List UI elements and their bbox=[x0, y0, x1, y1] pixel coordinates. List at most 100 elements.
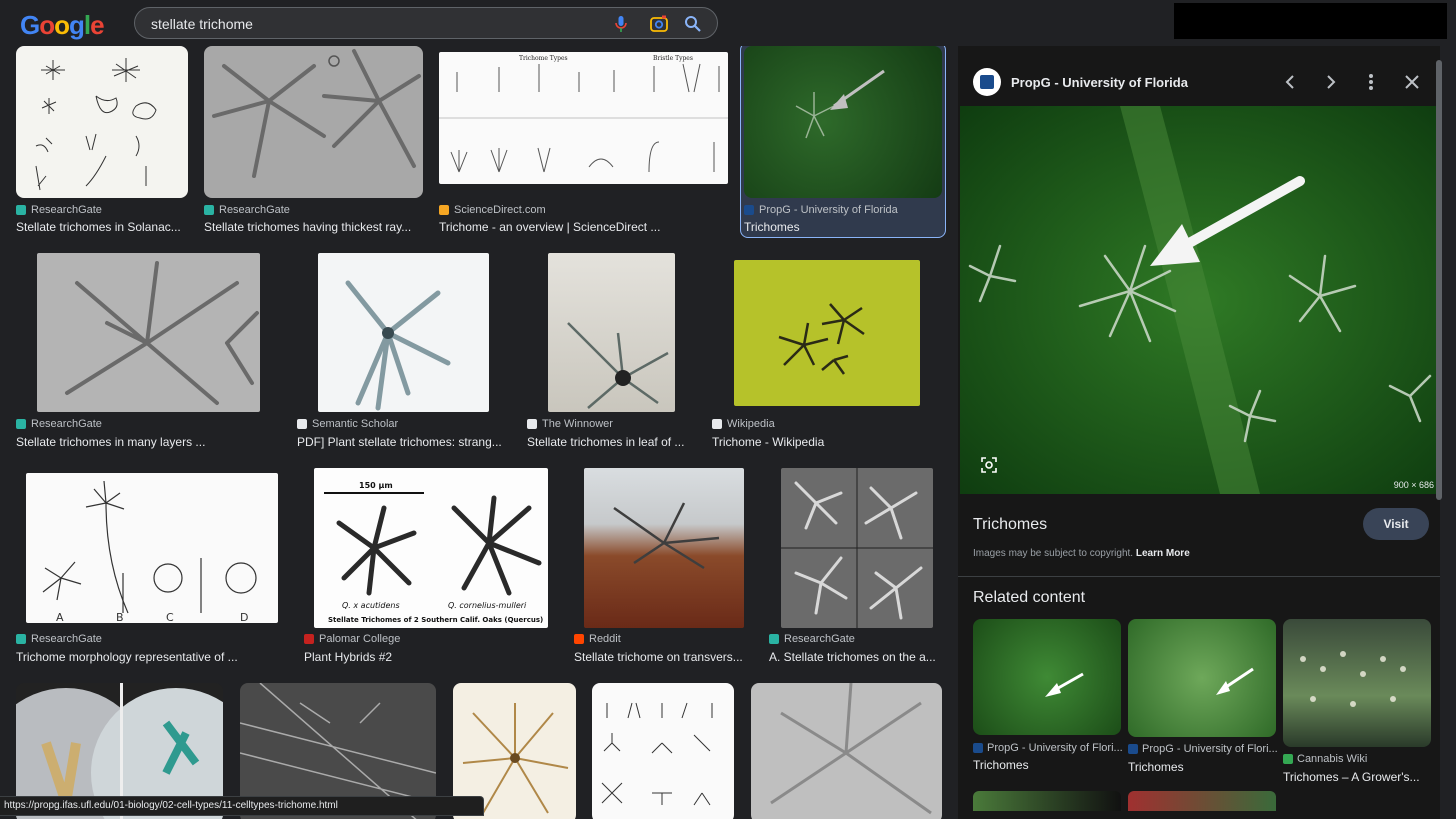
learn-more-link[interactable]: Learn More bbox=[1136, 548, 1190, 559]
figure-letter: B bbox=[116, 611, 124, 623]
result-thumbnail[interactable]: Trichome Types Bristle Types bbox=[439, 52, 728, 184]
related-title[interactable]: Trichomes bbox=[1128, 760, 1184, 774]
copyright-notice: Images may be subject to copyright. Lear… bbox=[973, 548, 1190, 559]
result-thumbnail[interactable] bbox=[548, 253, 675, 412]
copyright-text: Images may be subject to copyright. bbox=[973, 548, 1134, 559]
search-icon[interactable] bbox=[683, 14, 703, 34]
panel-scrollbar[interactable] bbox=[1436, 60, 1442, 500]
palomar-favicon-icon bbox=[304, 634, 314, 644]
related-source: PropG - University of Flori... bbox=[987, 742, 1123, 754]
related-thumbnail[interactable] bbox=[1128, 619, 1276, 737]
result-thumbnail[interactable] bbox=[584, 468, 744, 628]
result-thumbnail[interactable] bbox=[592, 683, 734, 819]
result-source: ResearchGate bbox=[31, 418, 102, 430]
result-source: ScienceDirect.com bbox=[454, 204, 546, 216]
figure-species-label: Q. cornelius-mulleri bbox=[448, 601, 527, 610]
related-thumbnail[interactable] bbox=[1283, 619, 1431, 747]
search-box[interactable] bbox=[134, 7, 718, 39]
scale-label: 150 µm bbox=[359, 481, 393, 490]
result-title[interactable]: Stellate trichomes in Solanac... bbox=[16, 220, 188, 234]
result-thumbnail[interactable] bbox=[781, 468, 933, 628]
researchgate-favicon-icon bbox=[16, 419, 26, 429]
status-bar-url: https://propg.ifas.ufl.edu/01-biology/02… bbox=[0, 796, 484, 816]
winnower-favicon-icon bbox=[527, 419, 537, 429]
result-title[interactable]: PDF] Plant stellate trichomes: strang... bbox=[297, 435, 507, 449]
next-image-button[interactable] bbox=[1319, 70, 1343, 94]
propg-favicon-icon bbox=[744, 205, 754, 215]
related-thumbnail[interactable] bbox=[973, 619, 1121, 735]
result-title[interactable]: Stellate trichomes having thickest ray..… bbox=[204, 220, 423, 234]
reddit-favicon-icon bbox=[574, 634, 584, 644]
more-options-button[interactable] bbox=[1359, 70, 1383, 94]
panel-site-name[interactable]: PropG - University of Florida bbox=[1011, 75, 1188, 90]
researchgate-favicon-icon bbox=[769, 634, 779, 644]
result-thumbnail[interactable] bbox=[734, 260, 920, 406]
figure-caption: Stellate Trichomes of 2 Southern Calif. … bbox=[328, 616, 543, 624]
chevron-right-icon bbox=[1327, 75, 1336, 89]
preview-image[interactable]: 900 × 686 bbox=[960, 106, 1440, 494]
result-source: ResearchGate bbox=[219, 204, 290, 216]
image-preview-panel: PropG - University of Florida 900 × 686 … bbox=[958, 46, 1440, 819]
related-title[interactable]: Trichomes bbox=[973, 758, 1029, 772]
camera-lens-icon[interactable] bbox=[649, 14, 669, 34]
propg-favicon-icon bbox=[973, 743, 983, 753]
result-title[interactable]: Trichome morphology representative of ..… bbox=[16, 650, 276, 664]
search-input[interactable] bbox=[151, 14, 591, 34]
close-panel-button[interactable] bbox=[1400, 70, 1424, 94]
figure-heading: Trichome Types bbox=[519, 55, 568, 62]
visit-button[interactable]: Visit bbox=[1363, 508, 1429, 540]
previous-image-button[interactable] bbox=[1278, 70, 1302, 94]
result-title[interactable]: Stellate trichomes in many layers ... bbox=[16, 435, 276, 449]
google-logo[interactable]: Google bbox=[20, 10, 105, 41]
microphone-icon[interactable] bbox=[611, 14, 631, 34]
researchgate-favicon-icon bbox=[16, 634, 26, 644]
close-icon bbox=[1405, 75, 1419, 89]
result-title[interactable]: Trichome - Wikipedia bbox=[712, 435, 942, 449]
result-thumbnail[interactable]: A B C D bbox=[26, 473, 278, 623]
sciencedirect-favicon-icon bbox=[439, 205, 449, 215]
image-results-grid: ResearchGate Stellate trichomes in Solan… bbox=[0, 46, 952, 819]
related-content-heading: Related content bbox=[973, 589, 1086, 606]
result-source: PropG - University of Florida bbox=[759, 204, 898, 216]
result-title[interactable]: A. Stellate trichomes on the a... bbox=[769, 650, 939, 664]
cannabis-wiki-favicon-icon bbox=[1283, 754, 1293, 764]
related-thumbnail[interactable] bbox=[1128, 791, 1276, 811]
result-source: Wikipedia bbox=[727, 418, 775, 430]
result-thumbnail[interactable] bbox=[204, 46, 423, 198]
result-title[interactable]: Stellate trichome on transvers... bbox=[574, 650, 746, 664]
result-thumbnail[interactable] bbox=[744, 46, 942, 198]
preview-title[interactable]: Trichomes bbox=[973, 516, 1047, 534]
result-thumbnail[interactable] bbox=[751, 683, 942, 819]
result-title[interactable]: Trichomes bbox=[744, 220, 942, 234]
result-title[interactable]: Plant Hybrids #2 bbox=[304, 650, 544, 664]
result-thumbnail[interactable] bbox=[16, 46, 188, 198]
wikipedia-favicon-icon bbox=[712, 419, 722, 429]
result-title[interactable]: Trichome - an overview | ScienceDirect .… bbox=[439, 220, 728, 234]
result-source: Reddit bbox=[589, 633, 621, 645]
researchgate-favicon-icon bbox=[204, 205, 214, 215]
result-source: The Winnower bbox=[542, 418, 613, 430]
result-source: ResearchGate bbox=[31, 204, 102, 216]
figure-heading: Bristle Types bbox=[653, 55, 693, 62]
result-source: ResearchGate bbox=[31, 633, 102, 645]
result-thumbnail[interactable] bbox=[37, 253, 260, 412]
figure-letter: D bbox=[240, 611, 248, 623]
result-thumbnail[interactable]: 150 µm Q. x acutidens Q. cornelius-mulle… bbox=[314, 468, 548, 628]
related-title[interactable]: Trichomes – A Grower's... bbox=[1283, 770, 1420, 784]
result-thumbnail[interactable] bbox=[318, 253, 489, 412]
figure-letter: C bbox=[166, 611, 174, 623]
result-source: ResearchGate bbox=[784, 633, 855, 645]
related-thumbnail[interactable] bbox=[973, 791, 1121, 811]
image-dimensions: 900 × 686 bbox=[1393, 480, 1434, 490]
redacted-area bbox=[1174, 3, 1447, 39]
result-source: Semantic Scholar bbox=[312, 418, 399, 430]
figure-letter: A bbox=[56, 611, 64, 623]
google-lens-icon[interactable] bbox=[980, 456, 998, 474]
result-title[interactable]: Stellate trichomes in leaf of ... bbox=[527, 435, 692, 449]
related-source: Cannabis Wiki bbox=[1297, 753, 1368, 765]
related-source: PropG - University of Flori... bbox=[1142, 743, 1278, 755]
propg-site-logo-icon[interactable] bbox=[973, 68, 1001, 96]
chevron-left-icon bbox=[1285, 75, 1294, 89]
propg-favicon-icon bbox=[1128, 744, 1138, 754]
more-vertical-icon bbox=[1369, 74, 1373, 90]
